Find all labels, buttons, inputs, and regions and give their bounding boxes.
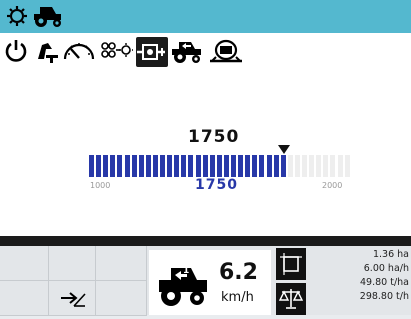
tachometer-icon[interactable]	[61, 37, 97, 67]
set-value-label: 1750	[188, 127, 240, 147]
level-bar-segment	[117, 155, 123, 177]
level-bar-segment	[344, 155, 350, 177]
yield-readout: 49.80 t/ha	[360, 277, 409, 288]
gearbox-icon[interactable]	[136, 37, 168, 67]
softkey-6[interactable]	[96, 281, 147, 316]
level-bar-segment	[103, 155, 109, 177]
seed-meter-icon[interactable]	[99, 37, 135, 67]
softkey-2[interactable]	[49, 246, 96, 281]
status-header	[0, 0, 411, 33]
level-bar-segment	[266, 155, 272, 177]
function-toolbar	[0, 33, 411, 71]
level-bar-segment	[252, 155, 258, 177]
level-bar-segment	[138, 155, 144, 177]
bottom-panel: 1 6.2 km/h 1.36 ha 6.00 ha/h 49.80 t/ha …	[0, 246, 411, 316]
scale-min-label: 1000	[90, 181, 111, 190]
divider	[0, 236, 411, 246]
level-bar-segment	[167, 155, 173, 177]
scale-button[interactable]	[276, 283, 306, 315]
level-bar-segment	[337, 155, 343, 177]
level-bar-segment	[316, 155, 322, 177]
level-bar-segment	[245, 155, 251, 177]
level-bar-segment	[181, 155, 187, 177]
level-bar-segment	[195, 155, 201, 177]
hitch-icon[interactable]	[206, 37, 246, 67]
level-bar-segment	[96, 155, 102, 177]
level-bar-segment	[89, 155, 94, 177]
level-bar-segment	[174, 155, 180, 177]
throughput-readout: 298.80 t/h	[359, 291, 409, 302]
level-bar-segment	[223, 155, 229, 177]
speed-display: 1 6.2 km/h	[149, 250, 271, 315]
level-bar-segment	[124, 155, 130, 177]
level-bar-segment	[294, 155, 300, 177]
work-readouts: 1.36 ha 6.00 ha/h 49.80 t/ha 298.80 t/h	[308, 248, 411, 304]
level-bar-segment	[259, 155, 265, 177]
power-icon[interactable]	[3, 37, 29, 67]
actual-value-label: 1750	[195, 177, 238, 193]
speed-unit: km/h	[221, 290, 254, 305]
level-bar-segment	[287, 155, 293, 177]
speed-value: 6.2	[219, 260, 258, 285]
level-bar-segment	[231, 155, 236, 177]
area-counter-button[interactable]	[276, 248, 306, 280]
set-point-marker	[278, 145, 290, 154]
level-bar-segment	[145, 155, 151, 177]
scale-icon	[278, 289, 304, 309]
level-bar-segment	[160, 155, 165, 177]
field-area-icon	[280, 253, 302, 275]
level-bar-segment	[330, 155, 336, 177]
level-bar[interactable]	[89, 155, 352, 177]
softkey-4[interactable]	[0, 281, 49, 316]
level-bar-segment	[302, 155, 307, 177]
level-bar-segment	[309, 155, 315, 177]
level-bar-segment	[280, 155, 286, 177]
scale-max-label: 2000	[322, 181, 343, 190]
gear-number: 1	[183, 266, 190, 276]
level-bar-segment	[216, 155, 222, 177]
softkey-5[interactable]	[49, 281, 96, 316]
level-bar-segment	[110, 155, 116, 177]
tractor-icon[interactable]	[32, 4, 64, 32]
flow-arrow-icon	[59, 289, 87, 313]
gear-icon[interactable]	[5, 4, 29, 32]
level-bar-segment	[188, 155, 194, 177]
level-bar-segment	[209, 155, 215, 177]
area-readout: 1.36 ha	[372, 249, 409, 260]
tractor-reverse-icon[interactable]	[170, 37, 204, 67]
softkey-3[interactable]	[96, 246, 147, 281]
gauge-panel: 1750 1000 1750 2000	[0, 71, 411, 236]
softkey-1[interactable]	[0, 246, 49, 281]
rate-readout: 6.00 ha/h	[363, 263, 409, 274]
ripper-icon[interactable]	[32, 37, 60, 67]
level-bar-segment	[131, 155, 137, 177]
level-bar-segment	[273, 155, 279, 177]
level-bar-segment	[323, 155, 329, 177]
level-bar-segment	[202, 155, 208, 177]
level-bar-segment	[152, 155, 158, 177]
level-bar-segment	[238, 155, 244, 177]
